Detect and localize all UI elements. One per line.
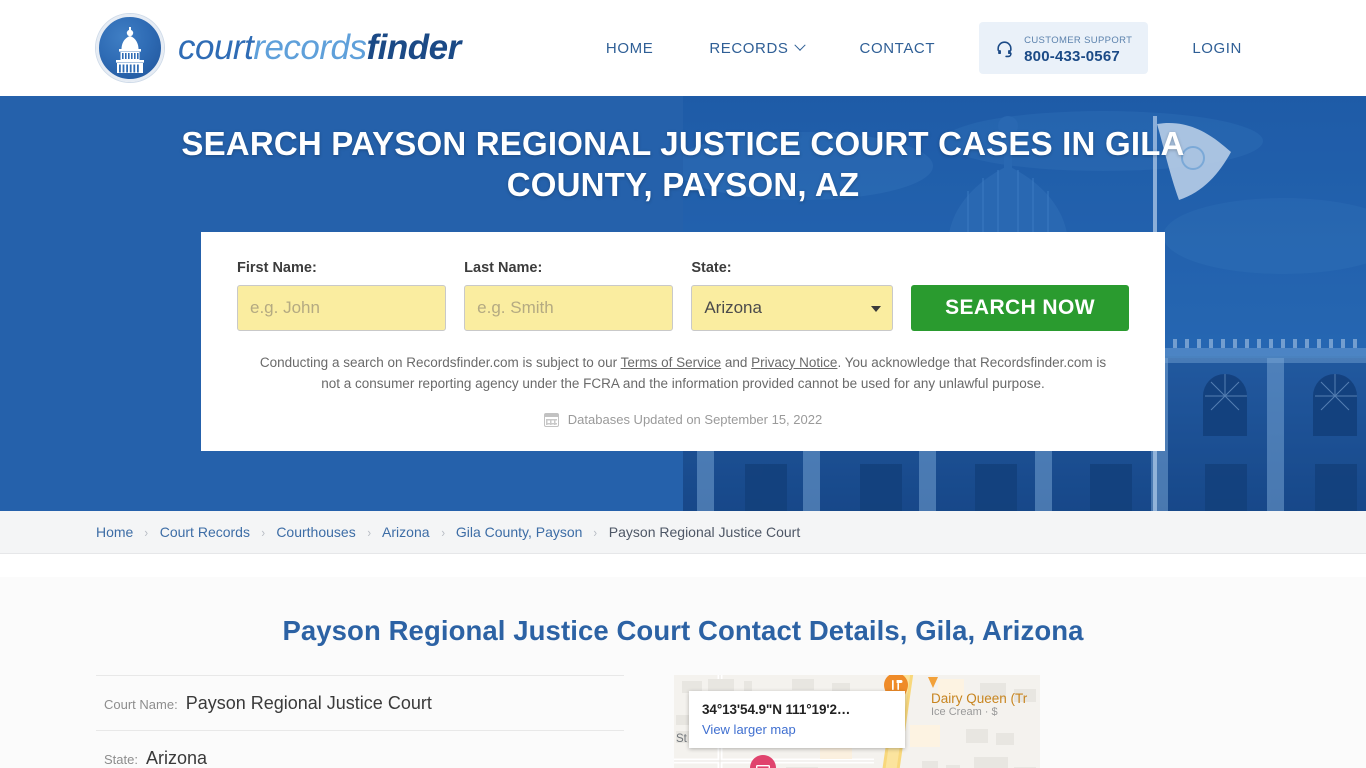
detail-row-court-name: Court Name: Payson Regional Justice Cour… bbox=[96, 676, 624, 731]
logo-text-records: records bbox=[253, 28, 367, 67]
disclaimer-part-1: Conducting a search on Recordsfinder.com… bbox=[259, 354, 621, 370]
detail-row-state: State: Arizona bbox=[96, 731, 624, 768]
calendar-icon bbox=[543, 412, 559, 427]
court-details-row: Court Name: Payson Regional Justice Cour… bbox=[0, 674, 1366, 768]
detail-value-court-name: Payson Regional Justice Court bbox=[185, 692, 432, 713]
breadcrumb: Home › Court Records › Courthouses › Ari… bbox=[96, 524, 800, 540]
logo-wordmark: courtrecordsfinder bbox=[178, 28, 461, 68]
breadcrumb-item-courthouses[interactable]: Courthouses bbox=[276, 524, 355, 540]
first-name-label: First Name: bbox=[237, 259, 317, 276]
site-header: courtrecordsfinder HOME RECORDS CONTACT … bbox=[0, 0, 1366, 96]
map-info-card: 34°13'54.9"N 111°19'2… View larger map bbox=[689, 690, 905, 748]
breadcrumb-item-current: Payson Regional Justice Court bbox=[608, 524, 801, 540]
nav-item-records[interactable]: RECORDS bbox=[681, 30, 831, 67]
nav-label-login: LOGIN bbox=[1192, 39, 1242, 57]
terms-of-service-link[interactable]: Terms of Service bbox=[621, 355, 722, 370]
map-coordinates: 34°13'54.9"N 111°19'2… bbox=[702, 701, 851, 717]
detail-label-court-name: Court Name: bbox=[104, 696, 178, 712]
privacy-notice-link[interactable]: Privacy Notice bbox=[751, 355, 837, 370]
breadcrumb-separator-icon: › bbox=[144, 524, 149, 540]
support-label: CUSTOMER SUPPORT bbox=[1024, 34, 1133, 46]
logo-text-finder: finder bbox=[366, 28, 462, 67]
site-logo[interactable]: courtrecordsfinder bbox=[96, 14, 461, 82]
view-larger-map-link[interactable]: View larger map bbox=[702, 722, 892, 737]
database-updated-notice: Databases Updated on September 15, 2022 bbox=[237, 412, 1129, 427]
breadcrumb-item-gila-county-payson[interactable]: Gila County, Payson bbox=[456, 524, 583, 540]
first-name-field-group: First Name: bbox=[237, 259, 447, 331]
search-disclaimer: Conducting a search on Recordsfinder.com… bbox=[237, 352, 1129, 395]
last-name-field-group: Last Name: bbox=[464, 259, 674, 331]
hero-section: SEARCH PAYSON REGIONAL JUSTICE COURT CAS… bbox=[0, 96, 1366, 511]
search-now-button[interactable]: SEARCH NOW bbox=[911, 284, 1129, 331]
breadcrumb-separator-icon: › bbox=[261, 524, 265, 540]
breadcrumb-item-home[interactable]: Home bbox=[96, 524, 133, 540]
state-label: State: bbox=[691, 259, 732, 276]
logo-text-court: court bbox=[178, 28, 254, 67]
customer-support-badge[interactable]: CUSTOMER SUPPORT 800-433-0567 bbox=[979, 21, 1149, 75]
detail-value-state: Arizona bbox=[145, 747, 207, 768]
breadcrumb-separator-icon: › bbox=[593, 524, 598, 540]
people-search-form: First Name: Last Name: State: Arizona bbox=[237, 260, 1129, 331]
last-name-input[interactable] bbox=[464, 284, 674, 331]
nav-item-home[interactable]: HOME bbox=[578, 30, 681, 67]
nav-item-contact[interactable]: CONTACT bbox=[832, 30, 964, 67]
page-hero-title: SEARCH PAYSON REGIONAL JUSTICE COURT CAS… bbox=[181, 125, 1185, 203]
state-select[interactable]: Arizona bbox=[691, 284, 893, 331]
breadcrumb-separator-icon: › bbox=[367, 524, 371, 540]
main-content: Payson Regional Justice Court Contact De… bbox=[0, 576, 1366, 768]
support-phone: 800-433-0567 bbox=[1024, 48, 1120, 65]
nav-item-login[interactable]: LOGIN bbox=[1164, 30, 1270, 67]
map-pin-dairy-queen bbox=[917, 676, 939, 707]
breadcrumb-item-arizona[interactable]: Arizona bbox=[382, 524, 429, 540]
map-pin-united-states-postal-service bbox=[750, 754, 776, 768]
capitol-dome-icon bbox=[96, 14, 164, 82]
court-details-table: Court Name: Payson Regional Justice Cour… bbox=[96, 674, 624, 768]
search-form-card: First Name: Last Name: State: Arizona bbox=[201, 231, 1165, 451]
chevron-down-icon bbox=[793, 39, 806, 51]
headset-icon bbox=[995, 39, 1014, 58]
breadcrumb-bar: Home › Court Records › Courthouses › Ari… bbox=[0, 511, 1366, 554]
nav-label-records: RECORDS bbox=[709, 39, 789, 57]
nav-label-contact: CONTACT bbox=[859, 39, 936, 57]
state-field-group: State: Arizona bbox=[691, 260, 893, 331]
last-name-label: Last Name: bbox=[464, 259, 543, 276]
nav-label-home: HOME bbox=[605, 39, 654, 57]
page-title: Payson Regional Justice Court Contact De… bbox=[282, 614, 1084, 646]
breadcrumb-separator-icon: › bbox=[440, 524, 445, 540]
database-updated-text: Databases Updated on September 15, 2022 bbox=[567, 412, 823, 427]
breadcrumb-item-court-records[interactable]: Court Records bbox=[160, 524, 250, 540]
main-navigation: HOME RECORDS CONTACT CUSTOMER SUPPORT 80… bbox=[578, 21, 1270, 75]
detail-label-state: State: bbox=[104, 751, 138, 767]
location-map[interactable]: Dairy Queen (Tr Ice Cream · $ United Sta… bbox=[674, 674, 1040, 768]
disclaimer-part-2: and bbox=[721, 354, 752, 370]
first-name-input[interactable] bbox=[237, 284, 447, 331]
